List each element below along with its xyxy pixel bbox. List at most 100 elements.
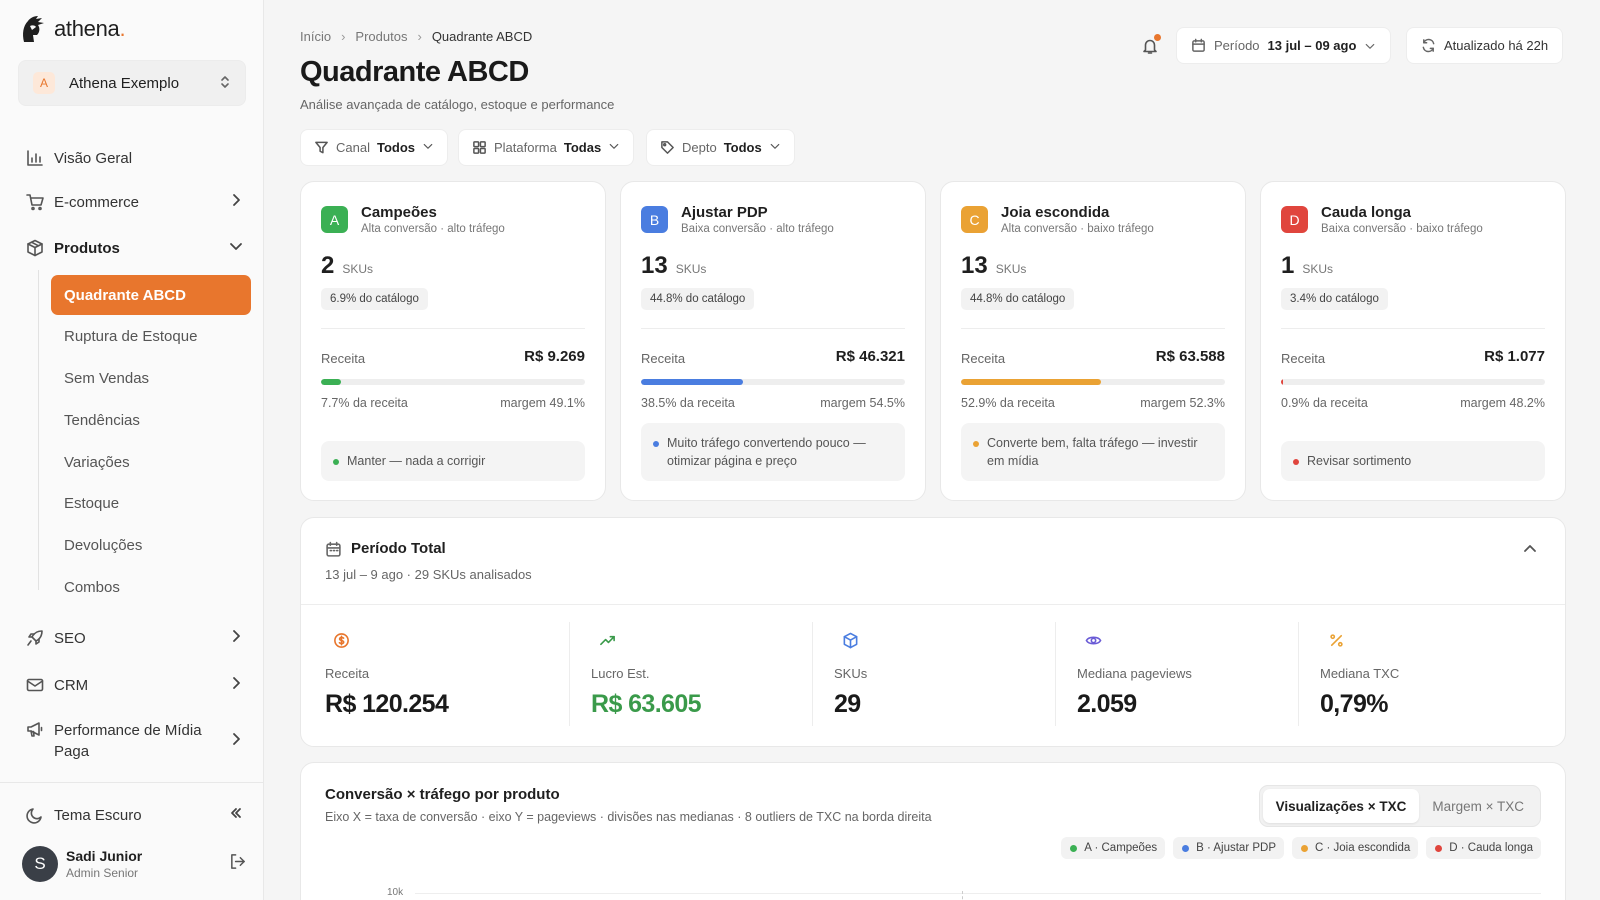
revenue-label: Receita bbox=[1281, 351, 1326, 366]
recommended-action: Revisar sortimento bbox=[1281, 440, 1545, 481]
rocket-icon bbox=[18, 629, 54, 647]
workspace-switcher[interactable]: A Athena Exemplo bbox=[18, 60, 246, 106]
subnav-item-devolucoes[interactable]: Devoluções bbox=[51, 525, 251, 565]
chevron-right-icon: › bbox=[417, 29, 422, 44]
metric-label: SKUs bbox=[834, 666, 868, 681]
revenue-share-text: 0.9% da receita bbox=[1281, 396, 1368, 410]
sku-unit: SKUs bbox=[675, 262, 707, 276]
metric-value: 29 bbox=[834, 690, 861, 718]
collapse-chevron-up-icon[interactable] bbox=[1523, 542, 1537, 561]
theme-toggle[interactable]: Tema Escuro bbox=[18, 806, 246, 824]
workspace-name: Athena Exemplo bbox=[69, 74, 180, 92]
action-dot bbox=[973, 440, 979, 447]
user-name: Sadi Junior bbox=[66, 848, 143, 864]
sidebar-item-label: Visão Geral bbox=[54, 149, 133, 167]
updated-status: Atualizado há 22h bbox=[1444, 38, 1549, 53]
quadrant-card-campeoes[interactable]: A Campeões Alta conversão · alto tráfego 2 S… bbox=[300, 181, 606, 501]
subnav-item-variacoes[interactable]: Variações bbox=[51, 442, 251, 482]
collapse-sidebar-icon[interactable] bbox=[226, 806, 246, 824]
margin-text: margem 52.3% bbox=[1140, 396, 1225, 410]
subnav-item-quadrante-abcd[interactable]: Quadrante ABCD bbox=[51, 275, 251, 315]
legend-item-a[interactable]: A · Campeões bbox=[1061, 837, 1166, 859]
revenue-value: R$ 46.321 bbox=[835, 348, 905, 365]
logout-icon[interactable] bbox=[229, 853, 246, 875]
chevron-right-icon bbox=[226, 676, 246, 694]
chevron-down-icon bbox=[769, 140, 781, 155]
chevron-down-icon bbox=[608, 140, 620, 155]
sidebar-item-visao-geral[interactable]: Visão Geral bbox=[18, 146, 246, 170]
toggle-visualizacoes-txc[interactable]: Visualizações × TXC bbox=[1262, 789, 1420, 823]
metric-divider bbox=[1055, 622, 1056, 726]
quadrant-description: Baixa conversão · alto tráfego bbox=[681, 223, 834, 235]
quadrant-description: Alta conversão · alto tráfego bbox=[361, 223, 505, 235]
chevron-right-icon: › bbox=[341, 29, 346, 44]
quadrant-title: Campeões bbox=[361, 204, 437, 221]
legend-item-c[interactable]: C · Joia escondida bbox=[1292, 837, 1419, 859]
quadrant-card-cauda-longa[interactable]: D Cauda longa Baixa conversão · baixo tráf… bbox=[1260, 181, 1566, 501]
notifications-button[interactable] bbox=[1132, 28, 1168, 64]
tag-icon bbox=[661, 141, 674, 154]
moon-icon bbox=[18, 806, 54, 824]
catalog-share-badge: 44.8% do catálogo bbox=[641, 288, 755, 310]
revenue-share-text: 7.7% da receita bbox=[321, 396, 408, 410]
legend-label: A · Campeões bbox=[1084, 842, 1158, 854]
quadrant-badge: D bbox=[1281, 206, 1308, 233]
sidebar-item-crm[interactable]: CRM bbox=[18, 673, 246, 697]
sidebar-item-performance-midia-paga[interactable]: Performance de Mídia Paga bbox=[18, 717, 246, 765]
sidebar-item-label: CRM bbox=[54, 676, 89, 694]
revenue-label: Receita bbox=[641, 351, 686, 366]
panel-divider bbox=[301, 604, 1565, 605]
quadrant-title: Cauda longa bbox=[1321, 204, 1412, 221]
filter-depto[interactable]: Depto Todos bbox=[646, 129, 795, 166]
legend-label: C · Joia escondida bbox=[1315, 842, 1411, 854]
revenue-value: R$ 9.269 bbox=[524, 348, 585, 365]
quadrant-badge: B bbox=[641, 206, 668, 233]
sidebar-item-seo[interactable]: SEO bbox=[18, 626, 246, 650]
subnav-item-ruptura-estoque[interactable]: Ruptura de Estoque bbox=[51, 316, 251, 356]
breadcrumb-inicio[interactable]: Início bbox=[300, 29, 331, 44]
chevron-right-icon bbox=[226, 193, 246, 211]
subnav-item-sem-vendas[interactable]: Sem Vendas bbox=[51, 358, 251, 398]
catalog-share-badge: 6.9% do catálogo bbox=[321, 288, 428, 310]
legend-item-d[interactable]: D · Cauda longa bbox=[1426, 837, 1541, 859]
action-text: Muito tráfego convertendo pouco — otimiz… bbox=[667, 435, 866, 468]
revenue-share-text: 52.9% da receita bbox=[961, 396, 1055, 410]
sidebar-item-label: SEO bbox=[54, 629, 86, 647]
filter-label: Canal bbox=[336, 140, 370, 155]
legend-item-b[interactable]: B · Ajustar PDP bbox=[1173, 837, 1284, 859]
breadcrumb-produtos[interactable]: Produtos bbox=[355, 29, 407, 44]
user-profile[interactable]: S Sadi Junior Admin Senior bbox=[22, 846, 246, 882]
chart-legend: A · Campeões B · Ajustar PDP C · Joia es… bbox=[1061, 837, 1541, 859]
logo[interactable]: athena. bbox=[18, 12, 126, 46]
period-total-panel: Período Total 13 jul – 9 ago · 29 SKUs a… bbox=[300, 517, 1566, 747]
filter-plataforma[interactable]: Plataforma Todas bbox=[458, 129, 635, 166]
subnav-item-combos[interactable]: Combos bbox=[51, 567, 251, 607]
chevron-right-icon bbox=[226, 732, 246, 750]
sidebar-item-produtos[interactable]: Produtos bbox=[18, 236, 246, 260]
workspace-avatar: A bbox=[33, 72, 55, 94]
refresh-button[interactable]: Atualizado há 22h bbox=[1406, 27, 1564, 64]
filter-icon bbox=[315, 141, 328, 154]
filter-canal[interactable]: Canal Todos bbox=[300, 129, 448, 166]
percent-icon bbox=[1328, 632, 1345, 654]
card-divider bbox=[961, 328, 1225, 329]
metric-label: Mediana pageviews bbox=[1077, 666, 1192, 681]
user-role: Admin Senior bbox=[66, 866, 139, 880]
legend-dot bbox=[1182, 844, 1190, 852]
legend-dot bbox=[1435, 844, 1443, 852]
action-text: Manter — nada a corrigir bbox=[347, 453, 486, 468]
margin-text: margem 49.1% bbox=[500, 396, 585, 410]
sidebar-item-label: Performance de Mídia Paga bbox=[54, 722, 202, 760]
quadrant-card-ajustar-pdp[interactable]: B Ajustar PDP Baixa conversão · alto tráfe… bbox=[620, 181, 926, 501]
metric-lucro-est: Lucro Est. R$ 63.605 bbox=[591, 622, 811, 730]
sidebar-item-ecommerce[interactable]: E-commerce bbox=[18, 190, 246, 214]
quadrant-badge: A bbox=[321, 206, 348, 233]
toggle-margem-txc[interactable]: Margem × TXC bbox=[1419, 789, 1537, 823]
legend-label: B · Ajustar PDP bbox=[1196, 842, 1276, 854]
revenue-share-bar bbox=[321, 379, 585, 385]
revenue-share-fill bbox=[961, 379, 1101, 385]
quadrant-card-joia-escondida[interactable]: C Joia escondida Alta conversão · baixo tr… bbox=[940, 181, 1246, 501]
subnav-item-estoque[interactable]: Estoque bbox=[51, 483, 251, 523]
period-picker[interactable]: Período 13 jul – 09 ago bbox=[1176, 27, 1392, 64]
subnav-item-tendencias[interactable]: Tendências bbox=[51, 400, 251, 440]
